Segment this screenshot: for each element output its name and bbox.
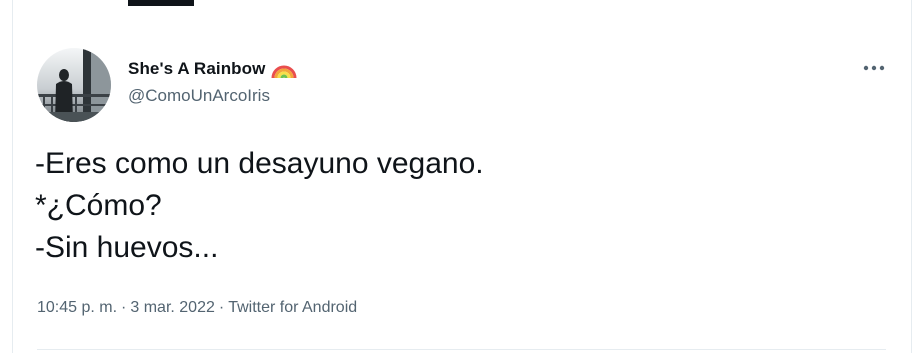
tweet-text-line-2: *¿Cómo? <box>35 189 162 222</box>
more-dots-icon <box>863 65 885 71</box>
tweet-text-line-3: -Sin huevos... <box>35 231 219 264</box>
tweet-date[interactable]: 3 mar. 2022 <box>130 299 215 317</box>
author-name-row[interactable]: She's A Rainbow <box>128 58 297 80</box>
more-options-button[interactable] <box>856 58 892 78</box>
tweet-source[interactable]: Twitter for Android <box>228 299 357 317</box>
rainbow-icon <box>271 65 297 79</box>
tweet-text-line-1: -Eres como un desayuno vegano. <box>35 147 484 180</box>
frame-right-border <box>911 0 912 353</box>
avatar-image <box>37 48 111 122</box>
meta-separator: · <box>121 299 127 316</box>
tweet-time[interactable]: 10:45 p. m. <box>37 299 117 317</box>
previous-tweet-cutoff-text: ▬▬▬ <box>128 0 218 6</box>
avatar[interactable] <box>37 48 111 122</box>
frame-left-border <box>12 0 13 353</box>
tweet-text: -Eres como un desayuno vegano. *¿Cómo? -… <box>35 143 484 269</box>
display-name[interactable]: She's A Rainbow <box>128 59 265 79</box>
divider <box>37 349 886 350</box>
meta-separator: · <box>218 299 225 316</box>
author-handle[interactable]: @ComoUnArcoIris <box>128 86 270 106</box>
tweet-metadata: 10:45 p. m. · 3 mar. 2022 · Twitter for … <box>37 299 357 317</box>
